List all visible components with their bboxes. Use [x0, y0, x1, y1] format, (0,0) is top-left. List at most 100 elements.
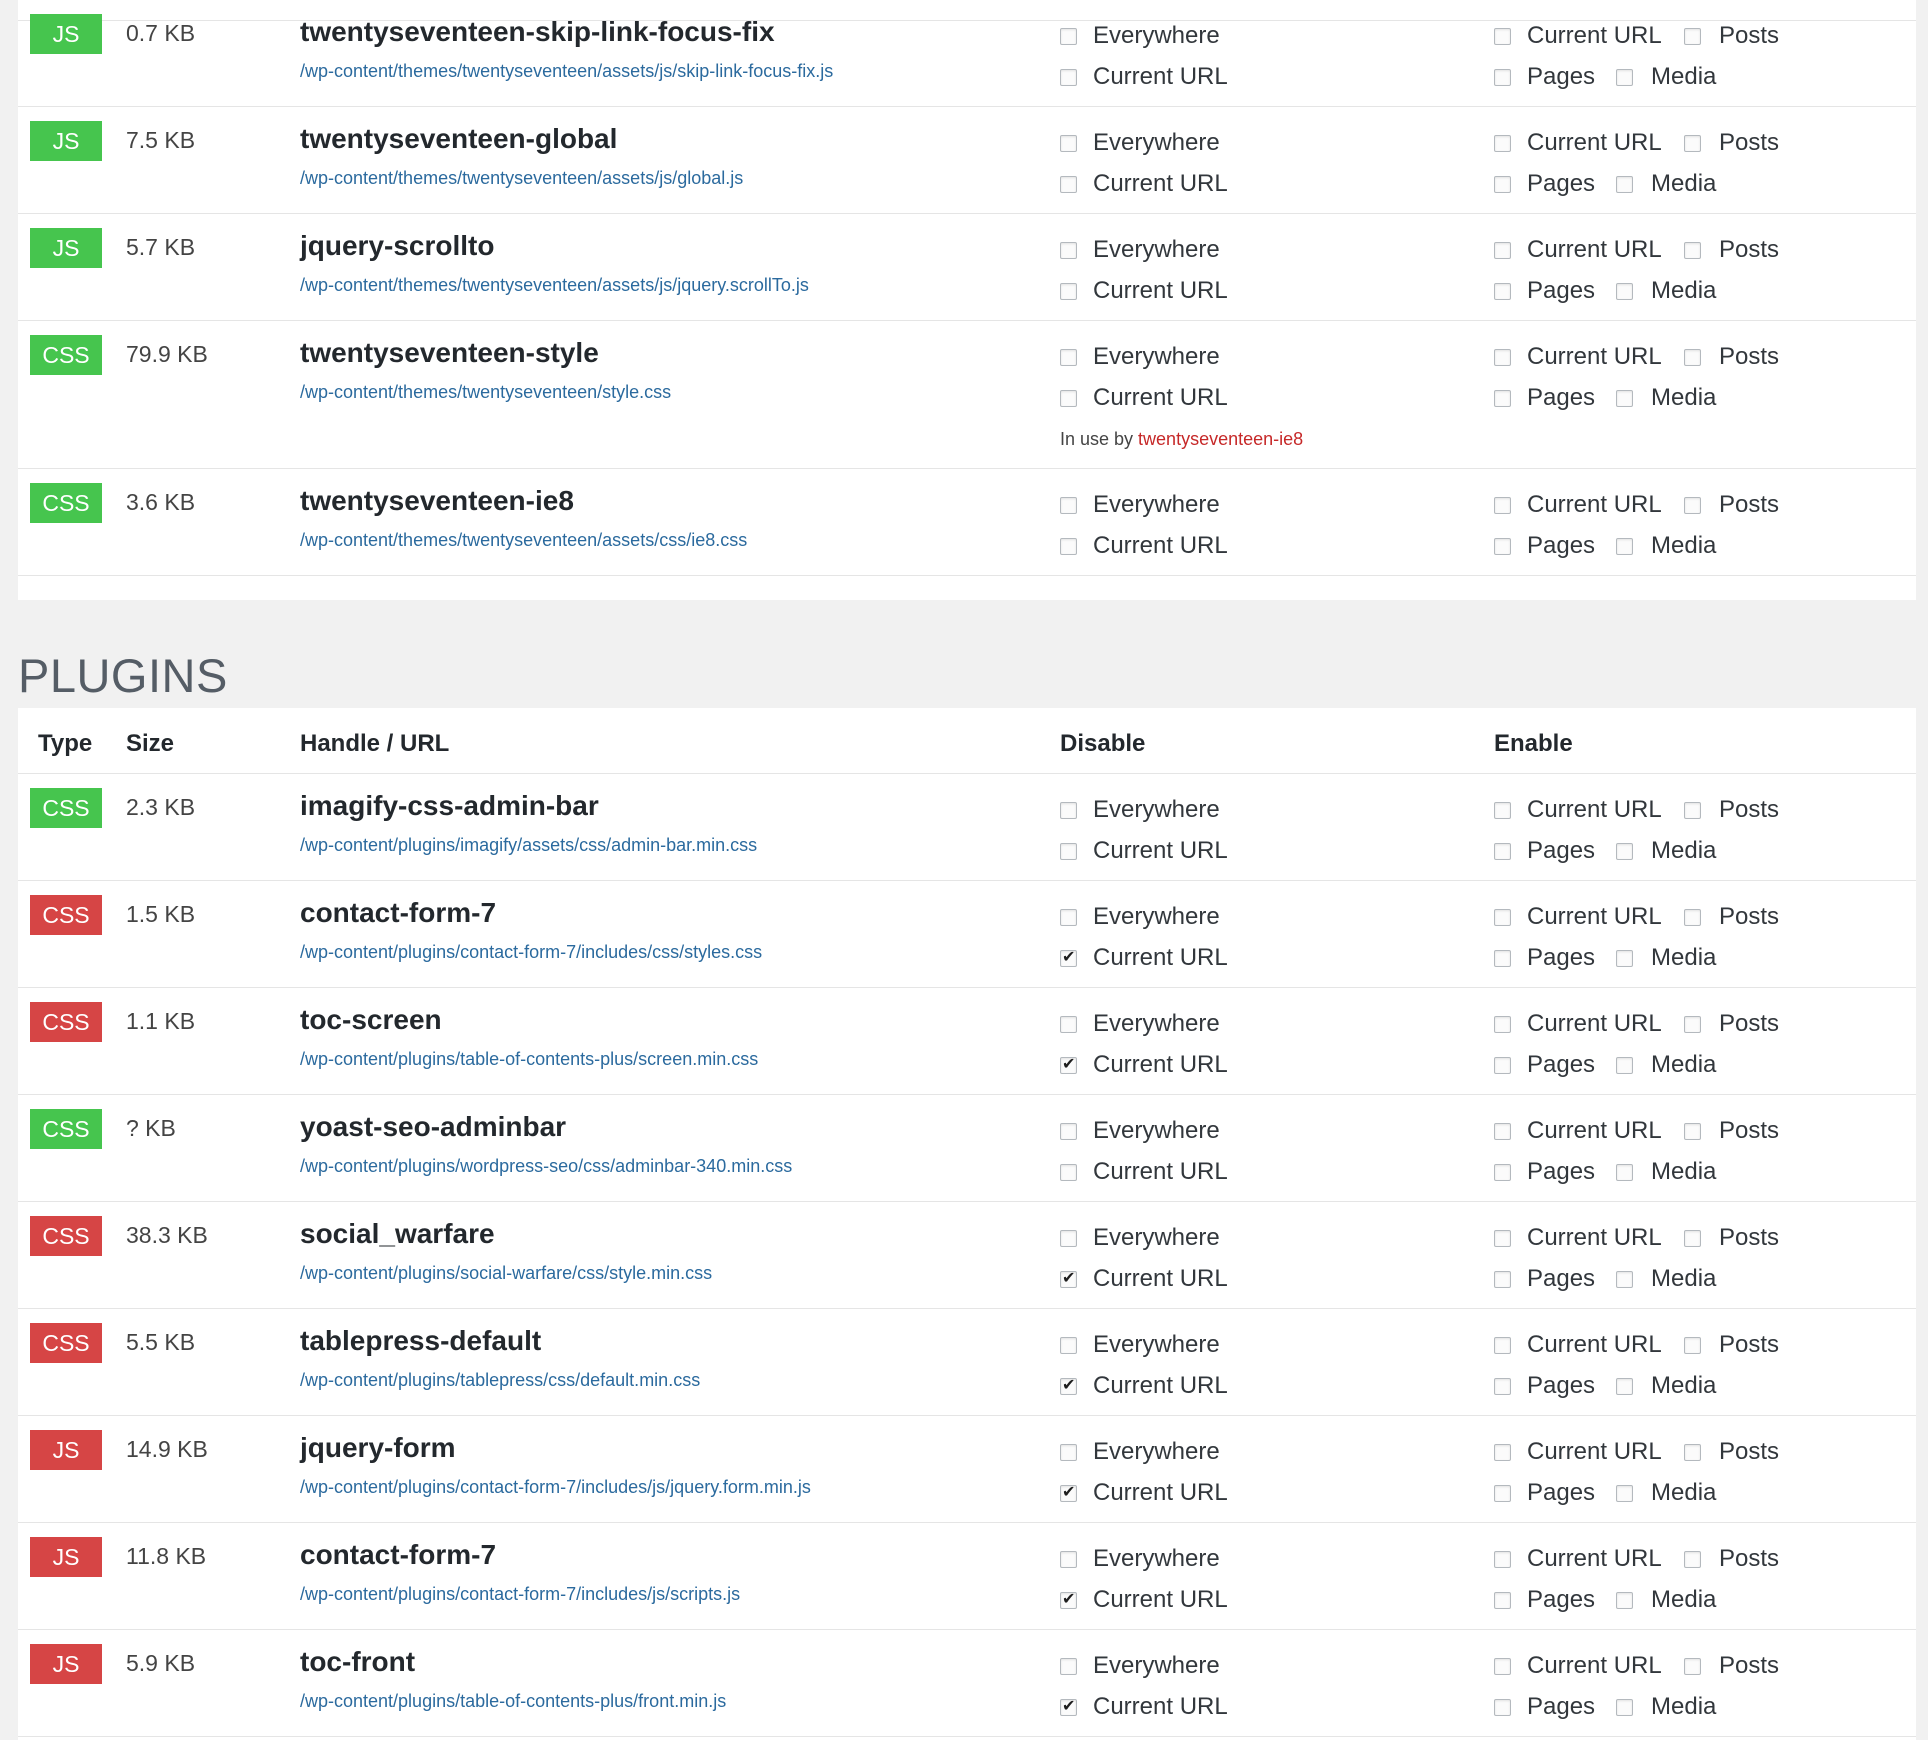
enable-pages-option[interactable]: Pages: [1494, 1158, 1595, 1186]
enable-media-option[interactable]: Media: [1616, 1479, 1716, 1507]
enable-media-checkbox[interactable]: [1616, 1163, 1633, 1181]
enable-media-checkbox[interactable]: [1616, 1056, 1633, 1074]
disable-everywhere-checkbox[interactable]: [1060, 27, 1077, 45]
enable-current-url-checkbox[interactable]: [1494, 1657, 1511, 1675]
disable-everywhere-option[interactable]: Everywhere: [1060, 343, 1220, 371]
enable-media-option[interactable]: Media: [1616, 1372, 1716, 1400]
enable-media-option[interactable]: Media: [1616, 277, 1716, 305]
enable-pages-option[interactable]: Pages: [1494, 170, 1595, 198]
disable-current-url-option[interactable]: Current URL: [1060, 837, 1228, 865]
enable-current-url-option[interactable]: Current URL: [1494, 491, 1662, 519]
disable-everywhere-checkbox[interactable]: [1060, 908, 1077, 926]
enable-media-checkbox[interactable]: [1616, 68, 1633, 86]
enable-posts-option[interactable]: Posts: [1684, 343, 1779, 371]
in-use-by-link[interactable]: twentyseventeen-ie8: [1138, 429, 1303, 449]
disable-everywhere-option[interactable]: Everywhere: [1060, 1438, 1220, 1466]
enable-pages-option[interactable]: Pages: [1494, 63, 1595, 91]
enable-media-option[interactable]: Media: [1616, 1158, 1716, 1186]
enable-current-url-option[interactable]: Current URL: [1494, 903, 1662, 931]
enable-posts-option[interactable]: Posts: [1684, 1010, 1779, 1038]
enable-media-checkbox[interactable]: [1616, 1698, 1633, 1716]
enable-posts-option[interactable]: Posts: [1684, 1652, 1779, 1680]
asset-url-link[interactable]: /wp-content/themes/twentyseventeen/asset…: [300, 61, 833, 82]
enable-pages-checkbox[interactable]: [1494, 949, 1511, 967]
disable-current-url-option[interactable]: Current URL: [1060, 1051, 1228, 1079]
enable-media-option[interactable]: Media: [1616, 1693, 1716, 1721]
enable-posts-checkbox[interactable]: [1684, 241, 1701, 259]
enable-posts-checkbox[interactable]: [1684, 1550, 1701, 1568]
enable-media-option[interactable]: Media: [1616, 170, 1716, 198]
enable-pages-option[interactable]: Pages: [1494, 944, 1595, 972]
enable-media-checkbox[interactable]: [1616, 949, 1633, 967]
disable-current-url-checkbox[interactable]: [1060, 389, 1077, 407]
disable-everywhere-option[interactable]: Everywhere: [1060, 1652, 1220, 1680]
enable-posts-checkbox[interactable]: [1684, 908, 1701, 926]
enable-posts-option[interactable]: Posts: [1684, 1224, 1779, 1252]
enable-pages-checkbox[interactable]: [1494, 1591, 1511, 1609]
enable-current-url-checkbox[interactable]: [1494, 1550, 1511, 1568]
disable-everywhere-checkbox[interactable]: [1060, 348, 1077, 366]
enable-posts-option[interactable]: Posts: [1684, 236, 1779, 264]
disable-everywhere-checkbox[interactable]: [1060, 134, 1077, 152]
disable-current-url-option[interactable]: Current URL: [1060, 384, 1228, 412]
asset-url-link[interactable]: /wp-content/plugins/contact-form-7/inclu…: [300, 942, 762, 963]
enable-pages-checkbox[interactable]: [1494, 1377, 1511, 1395]
enable-current-url-checkbox[interactable]: [1494, 801, 1511, 819]
asset-url-link[interactable]: /wp-content/plugins/contact-form-7/inclu…: [300, 1584, 740, 1605]
enable-pages-option[interactable]: Pages: [1494, 1586, 1595, 1614]
enable-media-checkbox[interactable]: [1616, 1377, 1633, 1395]
disable-everywhere-checkbox[interactable]: [1060, 1122, 1077, 1140]
disable-everywhere-option[interactable]: Everywhere: [1060, 236, 1220, 264]
enable-current-url-checkbox[interactable]: [1494, 27, 1511, 45]
enable-posts-option[interactable]: Posts: [1684, 129, 1779, 157]
disable-everywhere-option[interactable]: Everywhere: [1060, 129, 1220, 157]
disable-current-url-checkbox[interactable]: [1060, 175, 1077, 193]
enable-pages-option[interactable]: Pages: [1494, 1372, 1595, 1400]
enable-posts-checkbox[interactable]: [1684, 1015, 1701, 1033]
enable-pages-checkbox[interactable]: [1494, 175, 1511, 193]
disable-current-url-checkbox[interactable]: [1060, 1375, 1077, 1395]
enable-posts-checkbox[interactable]: [1684, 27, 1701, 45]
enable-current-url-checkbox[interactable]: [1494, 908, 1511, 926]
enable-current-url-option[interactable]: Current URL: [1494, 1438, 1662, 1466]
disable-current-url-checkbox[interactable]: [1060, 1482, 1077, 1502]
enable-current-url-option[interactable]: Current URL: [1494, 1652, 1662, 1680]
enable-posts-checkbox[interactable]: [1684, 1443, 1701, 1461]
disable-everywhere-option[interactable]: Everywhere: [1060, 491, 1220, 519]
enable-current-url-option[interactable]: Current URL: [1494, 796, 1662, 824]
enable-current-url-checkbox[interactable]: [1494, 1015, 1511, 1033]
enable-posts-option[interactable]: Posts: [1684, 903, 1779, 931]
disable-everywhere-checkbox[interactable]: [1060, 1443, 1077, 1461]
enable-posts-option[interactable]: Posts: [1684, 22, 1779, 50]
enable-pages-option[interactable]: Pages: [1494, 1693, 1595, 1721]
disable-everywhere-option[interactable]: Everywhere: [1060, 1545, 1220, 1573]
enable-media-option[interactable]: Media: [1616, 1586, 1716, 1614]
enable-media-checkbox[interactable]: [1616, 1484, 1633, 1502]
enable-posts-option[interactable]: Posts: [1684, 796, 1779, 824]
enable-current-url-option[interactable]: Current URL: [1494, 1224, 1662, 1252]
disable-current-url-option[interactable]: Current URL: [1060, 1586, 1228, 1614]
disable-current-url-checkbox[interactable]: [1060, 1268, 1077, 1288]
enable-pages-checkbox[interactable]: [1494, 1270, 1511, 1288]
enable-current-url-option[interactable]: Current URL: [1494, 1117, 1662, 1145]
enable-pages-option[interactable]: Pages: [1494, 837, 1595, 865]
enable-media-option[interactable]: Media: [1616, 63, 1716, 91]
disable-everywhere-checkbox[interactable]: [1060, 1015, 1077, 1033]
asset-url-link[interactable]: /wp-content/plugins/wordpress-seo/css/ad…: [300, 1156, 792, 1177]
enable-pages-option[interactable]: Pages: [1494, 1051, 1595, 1079]
enable-current-url-checkbox[interactable]: [1494, 134, 1511, 152]
asset-url-link[interactable]: /wp-content/plugins/tablepress/css/defau…: [300, 1370, 700, 1391]
enable-current-url-option[interactable]: Current URL: [1494, 1010, 1662, 1038]
enable-media-option[interactable]: Media: [1616, 837, 1716, 865]
disable-current-url-checkbox[interactable]: [1060, 282, 1077, 300]
enable-media-option[interactable]: Media: [1616, 944, 1716, 972]
enable-current-url-option[interactable]: Current URL: [1494, 22, 1662, 50]
asset-url-link[interactable]: /wp-content/plugins/imagify/assets/css/a…: [300, 835, 757, 856]
enable-media-option[interactable]: Media: [1616, 384, 1716, 412]
disable-current-url-option[interactable]: Current URL: [1060, 277, 1228, 305]
asset-url-link[interactable]: /wp-content/themes/twentyseventeen/asset…: [300, 530, 747, 551]
disable-everywhere-checkbox[interactable]: [1060, 496, 1077, 514]
asset-url-link[interactable]: /wp-content/themes/twentyseventeen/asset…: [300, 168, 743, 189]
enable-posts-option[interactable]: Posts: [1684, 1117, 1779, 1145]
disable-current-url-option[interactable]: Current URL: [1060, 944, 1228, 972]
